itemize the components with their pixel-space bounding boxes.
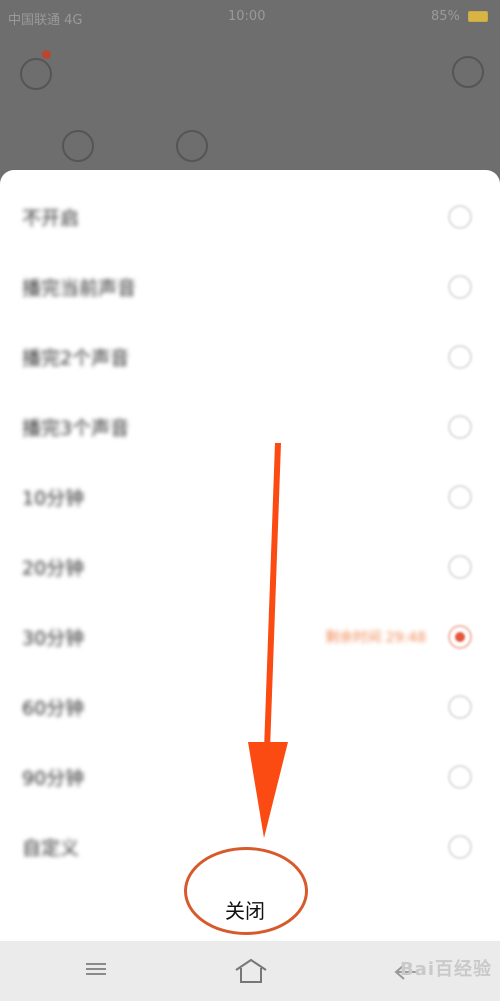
option-label: 90分钟 [22, 767, 85, 790]
radio-button[interactable] [448, 555, 472, 579]
message-icon [20, 58, 52, 90]
radio-button[interactable] [448, 415, 472, 439]
timer-option[interactable]: 播完3个声音 [0, 392, 500, 462]
option-label: 播完当前声音 [22, 277, 137, 300]
option-label: 不开启 [22, 207, 80, 230]
sleep-timer-sheet: 不开启 播完当前声音 播完2个声音 播完3个声音 10分钟 20分钟 30分钟 … [0, 170, 500, 941]
settings-icon [452, 56, 484, 88]
battery-icon [468, 11, 488, 22]
dimmed-background: 中国联通 4G 10:00 85% [0, 0, 500, 190]
timer-option[interactable]: 不开启 [0, 182, 500, 252]
carrier-label: 中国联通 4G [8, 13, 83, 28]
status-icons: 85% [431, 9, 488, 24]
timer-option[interactable]: 90分钟 [0, 742, 500, 812]
timer-option[interactable]: 10分钟 [0, 462, 500, 532]
radio-button[interactable] [448, 205, 472, 229]
radio-button[interactable] [448, 345, 472, 369]
option-label: 60分钟 [22, 697, 85, 720]
battery-percent: 85% [430, 9, 460, 24]
radio-button[interactable] [448, 835, 472, 859]
option-label: 30分钟 [22, 627, 85, 650]
radio-button[interactable] [448, 485, 472, 509]
tab-icon-2 [176, 130, 208, 162]
clock: 10:00 [228, 9, 266, 24]
option-label: 播完3个声音 [22, 417, 130, 440]
home-icon[interactable] [233, 957, 269, 985]
remaining-time: 剩余时间 29:48 [325, 630, 426, 646]
radio-button[interactable] [448, 695, 472, 719]
timer-option[interactable]: 60分钟 [0, 672, 500, 742]
timer-option-selected[interactable]: 30分钟 剩余时间 29:48 [0, 602, 500, 672]
timer-option[interactable]: 播完当前声音 [0, 252, 500, 322]
option-label: 播完2个声音 [22, 347, 130, 370]
notification-dot [42, 50, 51, 59]
menu-icon[interactable] [86, 960, 108, 980]
timer-option[interactable]: 20分钟 [0, 532, 500, 602]
option-label: 自定义 [22, 837, 80, 860]
status-bar: 中国联通 4G 10:00 85% [0, 0, 500, 34]
radio-button[interactable] [448, 765, 472, 789]
radio-button-selected[interactable] [448, 625, 472, 649]
radio-button[interactable] [448, 275, 472, 299]
watermark: Bai百经验 [399, 959, 492, 980]
annotation-circle [184, 847, 308, 935]
option-label: 20分钟 [22, 557, 85, 580]
tab-icon-1 [62, 130, 94, 162]
timer-option[interactable]: 播完2个声音 [0, 322, 500, 392]
option-label: 10分钟 [22, 487, 85, 510]
system-nav-bar: Bai百经验 [0, 941, 500, 1001]
